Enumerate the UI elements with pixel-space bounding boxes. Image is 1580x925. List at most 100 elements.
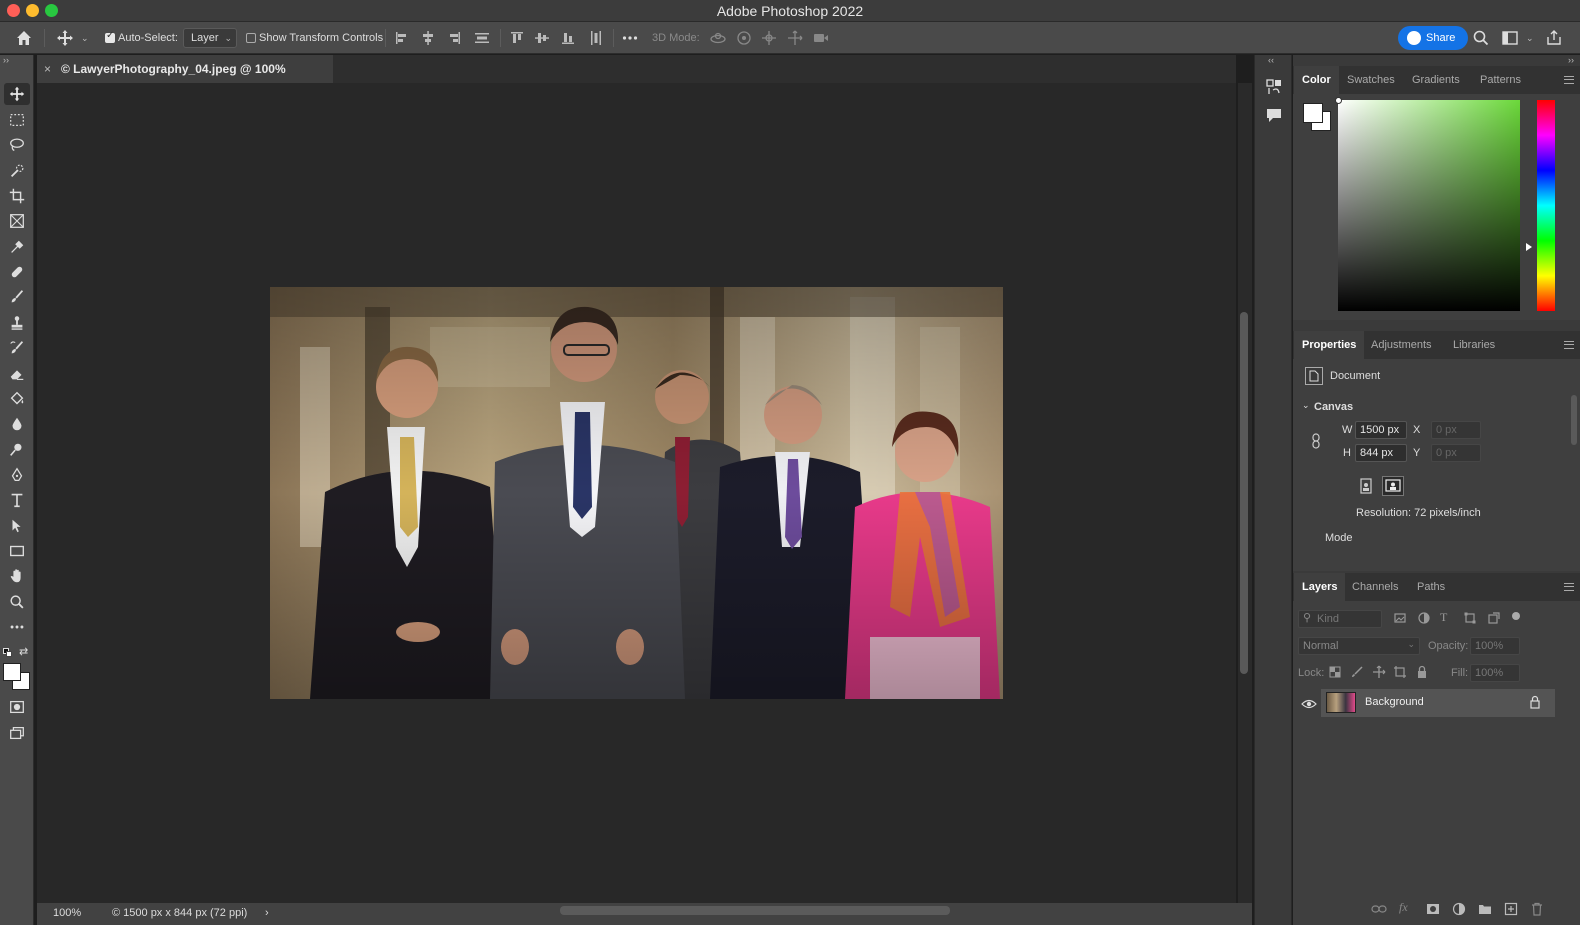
layer-kind-filter[interactable]: ⚲ Kind bbox=[1298, 610, 1382, 628]
history-brush-icon[interactable] bbox=[4, 337, 30, 359]
quick-selection-icon[interactable] bbox=[4, 160, 30, 182]
saturation-brightness-field[interactable] bbox=[1338, 100, 1520, 311]
panel-menu-icon[interactable] bbox=[1564, 76, 1574, 84]
pan-3d-icon[interactable] bbox=[759, 28, 779, 48]
zoom-window-button[interactable] bbox=[45, 4, 58, 17]
align-horizontal-center-icon[interactable] bbox=[418, 28, 438, 48]
lock-image-pixels-icon[interactable] bbox=[1350, 665, 1364, 679]
auto-select-dropdown[interactable]: Layer ⌄ bbox=[183, 28, 237, 48]
mode-label[interactable]: Mode bbox=[1325, 532, 1353, 544]
path-selection-icon[interactable] bbox=[4, 515, 30, 537]
eraser-icon[interactable] bbox=[4, 363, 30, 385]
more-options-icon[interactable] bbox=[620, 28, 640, 48]
landscape-orientation-icon[interactable] bbox=[1382, 476, 1404, 496]
chevron-down-icon[interactable]: ⌄ bbox=[1302, 400, 1310, 411]
tab-adjustments[interactable]: Adjustments bbox=[1363, 331, 1440, 359]
move-tool-preset-icon[interactable] bbox=[55, 28, 75, 48]
collapse-panels-icon[interactable]: ›› bbox=[1568, 55, 1574, 65]
lasso-icon[interactable] bbox=[4, 134, 30, 156]
adjustment-layer-icon[interactable] bbox=[1451, 901, 1467, 917]
horizontal-scroll-thumb[interactable] bbox=[560, 906, 950, 915]
blend-mode-dropdown[interactable]: Normal ⌄ bbox=[1298, 637, 1420, 655]
chevron-down-icon[interactable]: ⌄ bbox=[1526, 22, 1534, 54]
lock-position-icon[interactable] bbox=[1372, 665, 1386, 679]
crop-icon[interactable] bbox=[4, 185, 30, 207]
tab-gradients[interactable]: Gradients bbox=[1404, 66, 1468, 94]
dodge-icon[interactable] bbox=[4, 439, 30, 461]
align-vertical-center-icon[interactable] bbox=[532, 28, 552, 48]
share-button[interactable]: Share bbox=[1398, 26, 1468, 50]
eye-icon[interactable] bbox=[1301, 697, 1317, 709]
align-left-icon[interactable] bbox=[392, 28, 412, 48]
align-bottom-icon[interactable] bbox=[558, 28, 578, 48]
tab-libraries[interactable]: Libraries bbox=[1445, 331, 1503, 359]
zoom-level[interactable]: 100% bbox=[53, 905, 81, 922]
collapse-dock-icon[interactable]: ‹‹ bbox=[1268, 55, 1274, 65]
orbit-3d-icon[interactable] bbox=[708, 28, 728, 48]
pen-icon[interactable] bbox=[4, 464, 30, 486]
rectangle-shape-icon[interactable] bbox=[4, 540, 30, 562]
tab-paths[interactable]: Paths bbox=[1409, 573, 1453, 601]
slide-3d-icon[interactable] bbox=[785, 28, 805, 48]
fill-field[interactable]: 100% bbox=[1470, 664, 1520, 682]
filter-toggle-icon[interactable] bbox=[1512, 612, 1520, 620]
align-top-icon[interactable] bbox=[507, 28, 527, 48]
color-foreground-swatch[interactable] bbox=[1303, 103, 1323, 123]
brush-icon[interactable] bbox=[4, 286, 30, 308]
filter-smart-object-icon[interactable] bbox=[1487, 611, 1501, 625]
default-colors-icon[interactable] bbox=[3, 648, 12, 657]
distribute-horizontal-icon[interactable] bbox=[586, 28, 606, 48]
scale-3d-icon[interactable] bbox=[811, 28, 831, 48]
vertical-scroll-thumb[interactable] bbox=[1240, 312, 1248, 674]
auto-select-checkbox[interactable] bbox=[105, 30, 115, 43]
eyedropper-icon[interactable] bbox=[4, 236, 30, 258]
layer-style-icon[interactable]: fx bbox=[1399, 900, 1408, 915]
screen-mode-icon[interactable] bbox=[4, 722, 30, 744]
frame-icon[interactable] bbox=[4, 210, 30, 232]
tab-layers[interactable]: Layers bbox=[1294, 573, 1346, 601]
tab-color[interactable]: Color bbox=[1294, 66, 1339, 94]
new-layer-icon[interactable] bbox=[1503, 901, 1519, 917]
share-export-icon[interactable] bbox=[1544, 28, 1564, 48]
lock-artboard-icon[interactable] bbox=[1393, 665, 1407, 679]
delete-layer-icon[interactable] bbox=[1529, 901, 1545, 917]
opacity-field[interactable]: 100% bbox=[1470, 637, 1520, 655]
link-layers-icon[interactable] bbox=[1371, 901, 1387, 917]
layer-name[interactable]: Background bbox=[1365, 696, 1424, 708]
comments-panel-icon[interactable] bbox=[1264, 105, 1284, 125]
distribute-vertical-icon[interactable] bbox=[472, 28, 492, 48]
hue-slider-handle[interactable] bbox=[1526, 243, 1532, 251]
filter-type-icon[interactable]: T bbox=[1440, 610, 1447, 625]
roll-3d-icon[interactable] bbox=[734, 28, 754, 48]
foreground-color-swatch[interactable] bbox=[3, 663, 21, 681]
lock-transparent-pixels-icon[interactable] bbox=[1328, 665, 1342, 679]
zoom-icon[interactable] bbox=[4, 591, 30, 613]
swap-colors-icon[interactable]: ⇄ bbox=[19, 645, 28, 658]
history-panel-icon[interactable] bbox=[1264, 77, 1284, 97]
show-transform-checkbox[interactable] bbox=[246, 33, 256, 43]
status-info-arrow[interactable]: › bbox=[265, 905, 269, 922]
color-picker-handle[interactable] bbox=[1335, 97, 1342, 104]
layer-lock-icon[interactable] bbox=[1528, 695, 1542, 709]
canvas-section-label[interactable]: Canvas bbox=[1314, 401, 1353, 413]
filter-pixel-icon[interactable] bbox=[1393, 611, 1407, 625]
link-icon[interactable] bbox=[1310, 433, 1322, 449]
workspace-icon[interactable] bbox=[1500, 28, 1520, 48]
hue-slider[interactable] bbox=[1537, 100, 1555, 311]
align-right-icon[interactable] bbox=[444, 28, 464, 48]
new-group-icon[interactable] bbox=[1477, 901, 1493, 917]
close-window-button[interactable] bbox=[7, 4, 20, 17]
width-field[interactable]: 1500 px bbox=[1355, 421, 1407, 439]
paint-bucket-icon[interactable] bbox=[4, 388, 30, 410]
tab-channels[interactable]: Channels bbox=[1344, 573, 1406, 601]
rectangular-marquee-icon[interactable] bbox=[4, 109, 30, 131]
home-icon[interactable] bbox=[14, 28, 34, 48]
add-mask-icon[interactable] bbox=[1425, 901, 1441, 917]
healing-brush-icon[interactable] bbox=[4, 261, 30, 283]
filter-shape-icon[interactable] bbox=[1463, 611, 1477, 625]
type-icon[interactable] bbox=[4, 489, 30, 511]
move-tool-icon[interactable] bbox=[4, 83, 30, 105]
close-tab-icon[interactable]: × bbox=[44, 55, 51, 83]
tab-patterns[interactable]: Patterns bbox=[1472, 66, 1529, 94]
panel-menu-icon[interactable] bbox=[1564, 341, 1574, 349]
